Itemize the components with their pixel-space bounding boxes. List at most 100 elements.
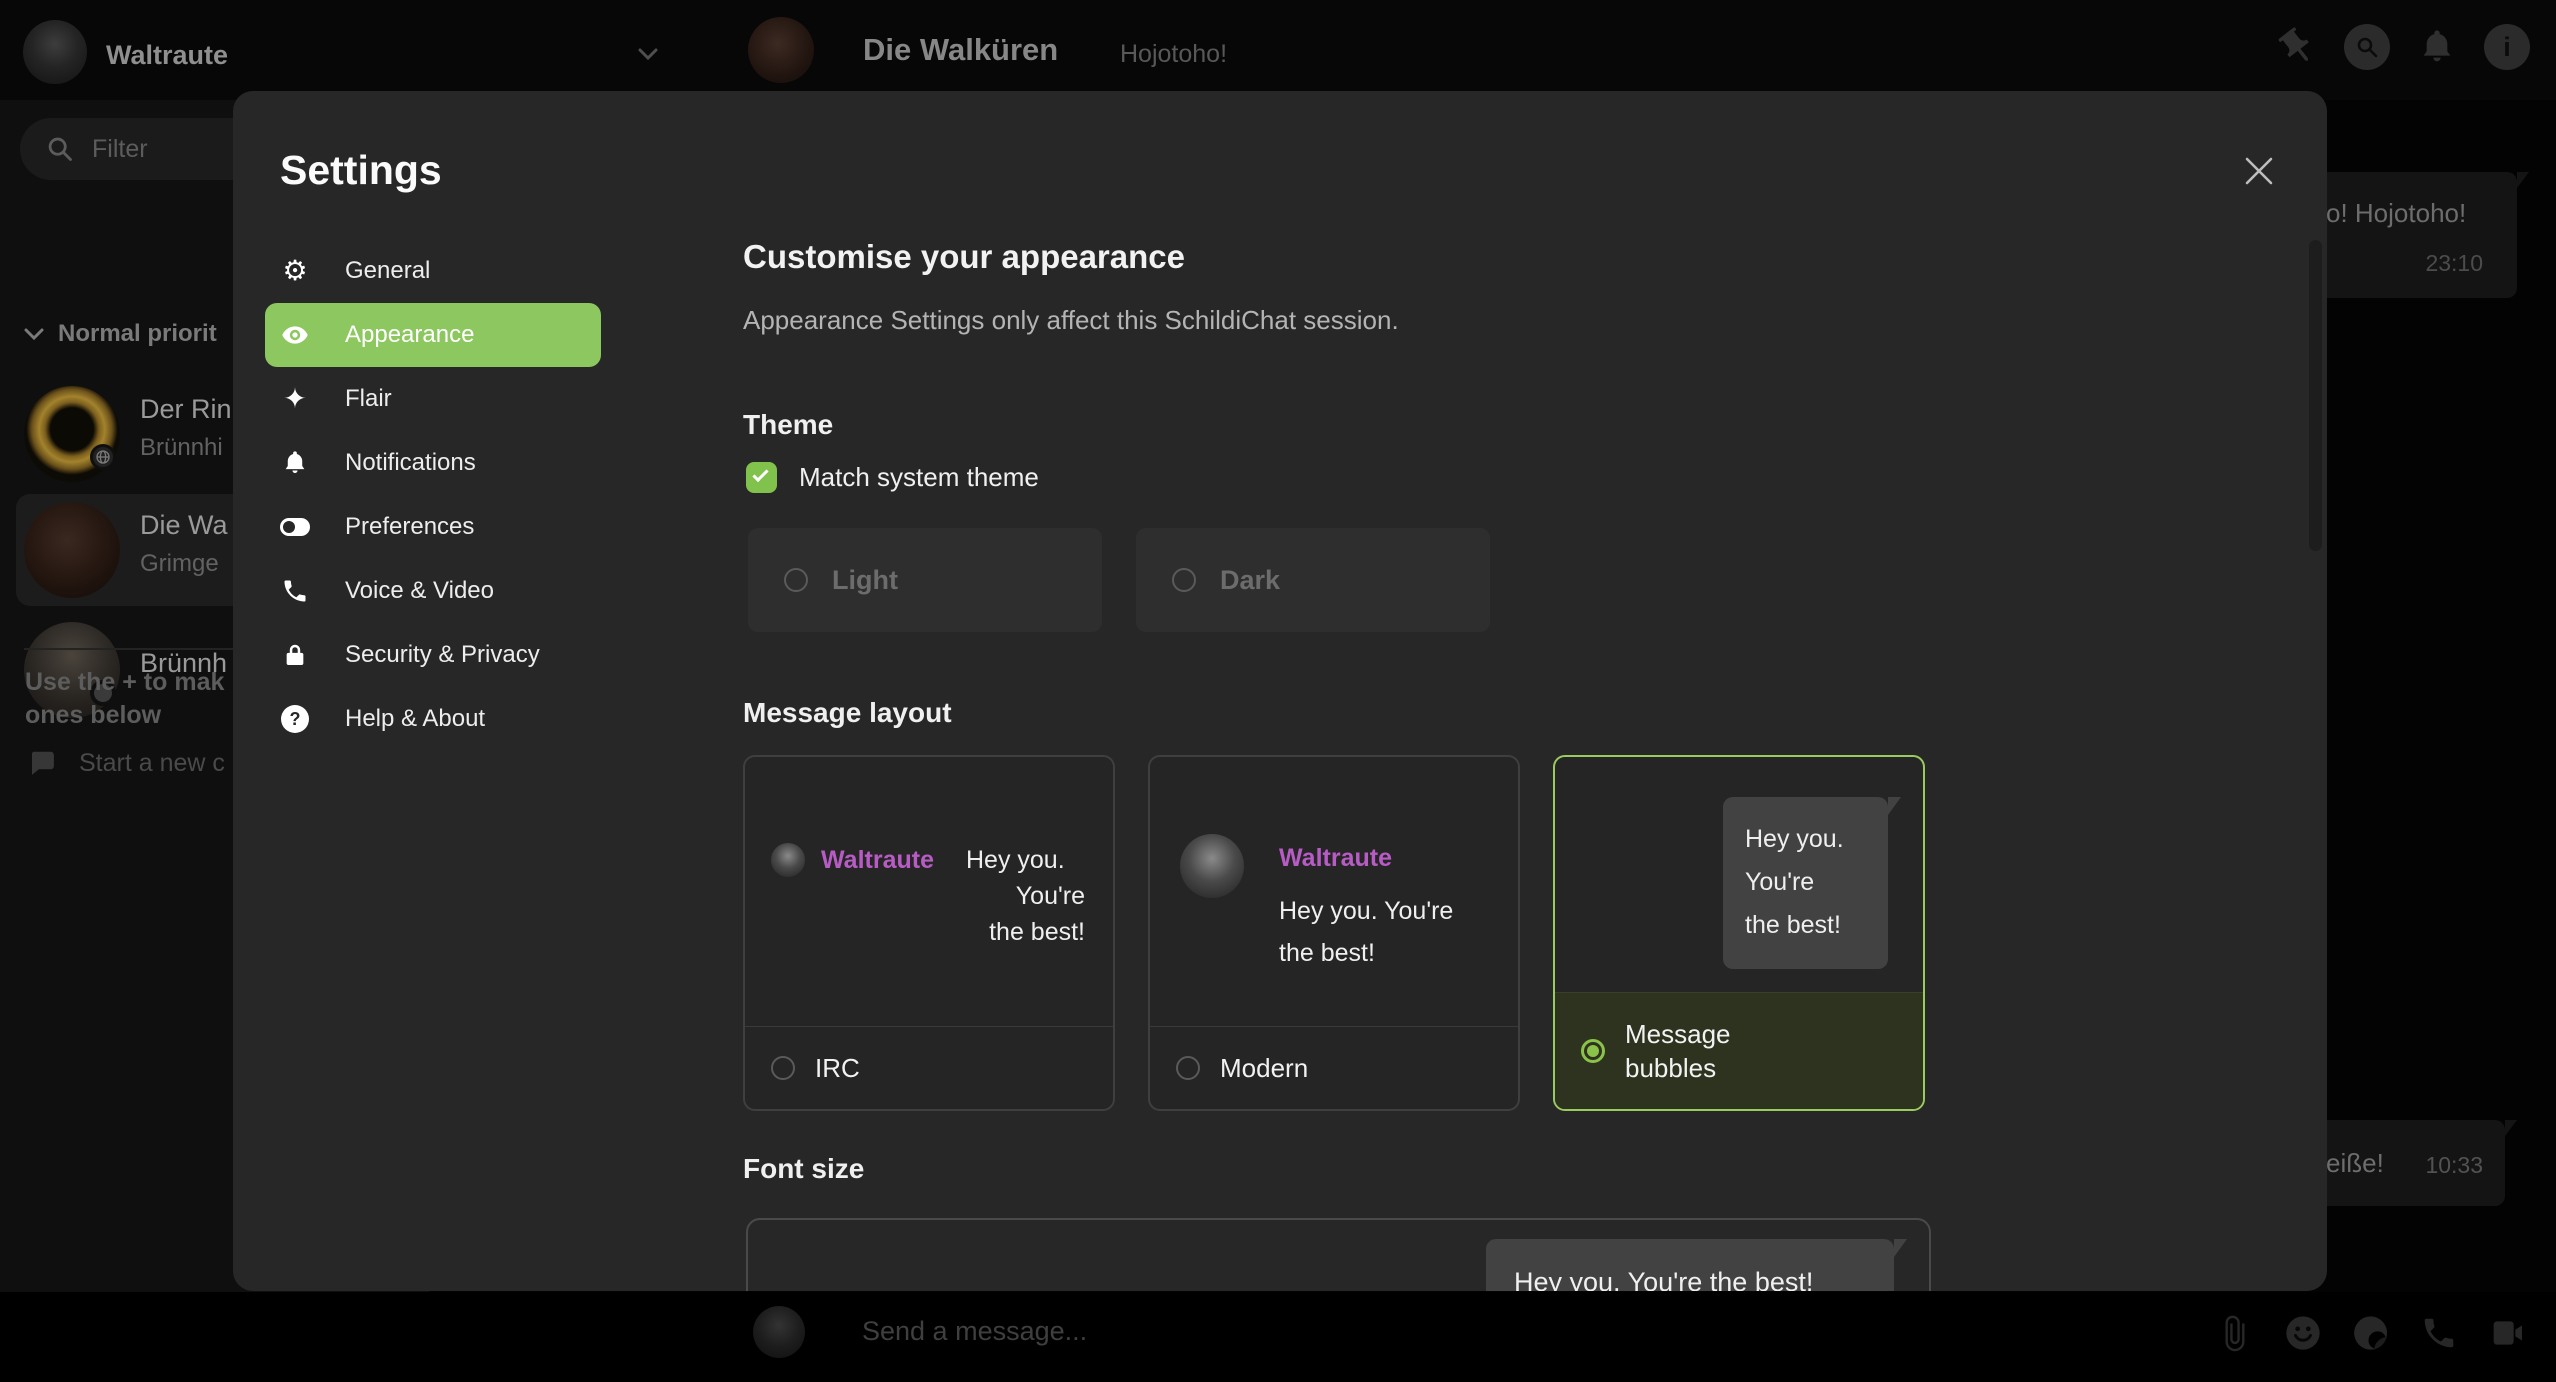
room-avatar: [24, 502, 120, 598]
preview-text: You're: [1745, 868, 1814, 897]
nav-label: Flair: [345, 385, 392, 413]
preview-avatar: [1180, 834, 1244, 898]
nav-item-flair[interactable]: ✦ Flair: [265, 367, 601, 431]
theme-options: Light Dark: [748, 528, 1490, 632]
radio-icon: [771, 1056, 795, 1080]
phone-icon: [280, 576, 310, 606]
filter-placeholder: Filter: [92, 135, 148, 164]
voice-call-icon[interactable]: [2418, 1312, 2460, 1354]
nav-item-appearance[interactable]: Appearance: [265, 303, 601, 367]
layout-footer: Message bubbles: [1555, 992, 1923, 1109]
composer-actions: [2214, 1312, 2528, 1354]
start-new-chat-button[interactable]: Start a new c: [27, 748, 225, 778]
message-layout-heading: Message layout: [743, 697, 952, 729]
preview-text: Hey you.: [1745, 825, 1844, 854]
room-topic: Hojotoho!: [1120, 40, 1227, 69]
nav-item-preferences[interactable]: Preferences: [265, 495, 601, 559]
appearance-settings-panel: Customise your appearance Appearance Set…: [743, 91, 2163, 1291]
nav-label: Help & About: [345, 705, 485, 733]
own-avatar: [753, 1306, 805, 1358]
video-call-icon[interactable]: [2486, 1312, 2528, 1354]
chevron-down-icon[interactable]: [638, 48, 658, 60]
nav-item-help-about[interactable]: ? Help & About: [265, 687, 601, 751]
gear-icon: ⚙: [280, 256, 310, 286]
sidebar-hint: Use the + to mak ones below: [25, 666, 224, 732]
settings-title: Settings: [280, 147, 442, 194]
hint-line-2: ones below: [25, 699, 224, 732]
preview-username: Waltraute: [1279, 844, 1392, 873]
radio-checked-icon: [1581, 1039, 1605, 1063]
toggle-icon: [280, 512, 310, 542]
radio-icon: [1172, 568, 1196, 592]
space-avatar[interactable]: [23, 20, 87, 84]
layout-footer: IRC: [745, 1026, 1113, 1109]
preview-text: Hey you. You're: [1279, 897, 1453, 926]
top-bar: Waltraute Die Walküren Hojotoho! i: [0, 0, 2556, 100]
room-name: Der Rin: [140, 394, 232, 425]
search-icon[interactable]: [2344, 24, 2390, 70]
attachment-icon[interactable]: [2214, 1312, 2256, 1354]
message-text: eiße!: [2326, 1148, 2384, 1179]
composer-input[interactable]: Send a message...: [862, 1316, 1087, 1347]
match-system-theme-checkbox[interactable]: Match system theme: [746, 462, 1039, 493]
nav-item-notifications[interactable]: Notifications: [265, 431, 601, 495]
sparkle-icon: ✦: [280, 384, 310, 414]
room-title: Die Walküren: [863, 32, 1058, 68]
nav-label: Preferences: [345, 513, 474, 541]
eye-icon: [280, 320, 310, 350]
close-icon[interactable]: [2239, 151, 2279, 191]
room-info-icon[interactable]: i: [2484, 24, 2530, 70]
room-preview: Brünnhi: [140, 434, 223, 462]
public-room-badge-icon: [90, 444, 116, 470]
room-name: Die Wa: [140, 510, 228, 541]
font-size-heading: Font size: [743, 1153, 864, 1185]
page-subheading: Appearance Settings only affect this Sch…: [743, 305, 1399, 336]
hint-line-1: Use the + to mak: [25, 666, 224, 699]
layout-option-label: Modern: [1220, 1051, 1390, 1085]
info-glyph: i: [2503, 32, 2511, 63]
preview-avatar: [771, 843, 805, 877]
preview-username: Waltraute: [821, 846, 934, 875]
settings-dialog: Settings ⚙ General Appearance ✦ Flair: [233, 91, 2327, 1291]
theme-option-dark[interactable]: Dark: [1136, 528, 1490, 632]
nav-item-general[interactable]: ⚙ General: [265, 239, 601, 303]
theme-option-label: Dark: [1220, 565, 1280, 596]
room-preview: Grimge: [140, 550, 219, 578]
question-icon: ?: [280, 704, 310, 734]
schildichat-window: Waltraute Die Walküren Hojotoho! i Filte…: [0, 0, 2556, 1382]
radio-icon: [784, 568, 808, 592]
theme-option-light[interactable]: Light: [748, 528, 1102, 632]
preview-bubble: Hey you. You're the best!: [1486, 1239, 1894, 1291]
message-timestamp: 23:10: [2425, 250, 2483, 277]
layout-option-message-bubbles[interactable]: Hey you. You're the best! Message bubble…: [1553, 755, 1925, 1111]
emoji-icon[interactable]: [2282, 1312, 2324, 1354]
layout-footer: Modern: [1150, 1026, 1518, 1109]
layout-option-modern[interactable]: Waltraute Hey you. You're the best! Mode…: [1148, 755, 1520, 1111]
topbar-actions: i: [2274, 24, 2530, 70]
layout-option-label: Message bubbles: [1625, 1017, 1795, 1085]
message-text: o! Hojotoho!: [2326, 198, 2466, 229]
preview-text: the best!: [1279, 939, 1375, 968]
modal-scrollbar[interactable]: [2309, 240, 2322, 551]
sticker-icon[interactable]: [2350, 1312, 2392, 1354]
theme-heading: Theme: [743, 409, 833, 441]
start-new-chat-label: Start a new c: [79, 749, 225, 778]
pin-icon[interactable]: [2274, 24, 2320, 70]
nav-item-voice-video[interactable]: Voice & Video: [265, 559, 601, 623]
page-heading: Customise your appearance: [743, 238, 1185, 276]
layout-option-irc[interactable]: Waltraute Hey you. You're the best! IRC: [743, 755, 1115, 1111]
checkbox-checked-icon: [746, 462, 777, 493]
room-avatar[interactable]: [748, 17, 814, 83]
notifications-icon[interactable]: [2414, 24, 2460, 70]
section-normal-priority[interactable]: Normal priorit: [24, 320, 217, 348]
section-label: Normal priorit: [58, 320, 217, 348]
nav-label: Appearance: [345, 321, 474, 349]
preview-text: the best!: [989, 918, 1085, 947]
checkbox-label: Match system theme: [799, 462, 1039, 493]
space-name[interactable]: Waltraute: [106, 40, 228, 71]
preview-text: Hey you. You're the best!: [1514, 1267, 1813, 1291]
nav-item-security-privacy[interactable]: Security & Privacy: [265, 623, 601, 687]
nav-label: General: [345, 257, 430, 285]
radio-icon: [1176, 1056, 1200, 1080]
preview-text: You're: [1016, 882, 1085, 911]
